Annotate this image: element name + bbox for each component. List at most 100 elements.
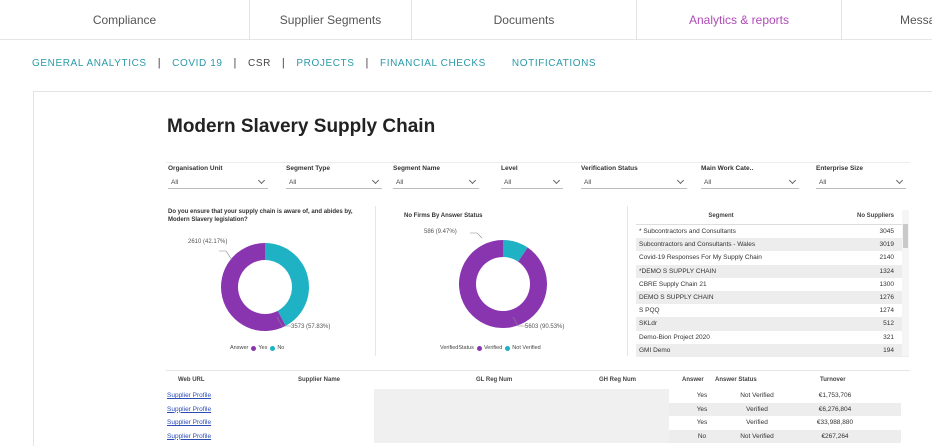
supplier-profile-link[interactable]: Supplier Profile bbox=[167, 392, 211, 399]
column-header-no-suppliers[interactable]: No Suppliers bbox=[806, 208, 898, 224]
row-band bbox=[374, 402, 669, 416]
filter-label: Main Work Cate.. bbox=[701, 165, 754, 172]
dropdown-value: All bbox=[289, 178, 297, 186]
table-row[interactable]: S PQQ 1274 bbox=[636, 304, 909, 317]
tab-analytics-reports[interactable]: Analytics & reports bbox=[637, 0, 842, 40]
column-header-answer-status[interactable]: Answer Status bbox=[715, 377, 757, 383]
donut-left-yes-label: 3573 (57.83%) bbox=[291, 324, 331, 330]
scrollbar-thumb[interactable] bbox=[903, 224, 908, 248]
app-root: Compliance Supplier Segments Documents A… bbox=[0, 0, 932, 446]
table-row[interactable]: SKLdr 512 bbox=[636, 317, 909, 331]
panel-divider bbox=[375, 206, 376, 356]
filter-label: Segment Name bbox=[393, 165, 440, 172]
segment-table-scrollbar[interactable] bbox=[902, 210, 909, 356]
table-row[interactable]: Subcontractors and Consultants - Wales 30… bbox=[636, 238, 909, 252]
segment-name-cell: CBRE Supply Chain 21 bbox=[639, 280, 707, 288]
tab-compliance[interactable]: Compliance bbox=[0, 0, 250, 40]
filter-label: Enterprise Size bbox=[816, 165, 863, 172]
leader-line bbox=[219, 250, 233, 261]
organisation-unit-dropdown[interactable]: All bbox=[168, 176, 268, 189]
supplier-profile-link[interactable]: Supplier Profile bbox=[167, 419, 211, 426]
supplier-count-cell: 1274 bbox=[879, 307, 894, 315]
donut-left-legend: Answer Yes No bbox=[230, 345, 284, 351]
turnover-cell: €6,276,804 bbox=[818, 405, 852, 413]
answer-status-donut-chart bbox=[459, 240, 547, 328]
supplier-count-cell: 512 bbox=[883, 320, 894, 328]
dropdown-value: All bbox=[504, 178, 512, 186]
column-header-gh-reg-num[interactable]: GH Reg Num bbox=[599, 377, 636, 383]
legend-not-verified-swatch bbox=[505, 345, 511, 351]
subnav-covid-19[interactable]: COVID 19 bbox=[172, 58, 222, 69]
enterprise-size-dropdown[interactable]: All bbox=[816, 176, 906, 189]
subnav-general-analytics[interactable]: GENERAL ANALYTICS bbox=[32, 58, 147, 69]
filter-verification-status: Verification Status All bbox=[581, 165, 687, 189]
supplier-profile-link[interactable]: Supplier Profile bbox=[167, 406, 211, 413]
chevron-down-icon bbox=[257, 176, 266, 185]
supplier-count-cell: 3019 bbox=[879, 241, 894, 249]
filter-label: Segment Type bbox=[286, 165, 330, 172]
panel-divider bbox=[627, 206, 628, 356]
legend-yes-swatch bbox=[251, 345, 257, 351]
supplier-count-cell: 2140 bbox=[879, 254, 894, 262]
legend-no-swatch bbox=[270, 345, 276, 351]
subnav-separator: | bbox=[233, 57, 237, 69]
segment-name-cell: Covid-19 Responses For My Supply Chain bbox=[639, 254, 762, 262]
tab-documents[interactable]: Documents bbox=[412, 0, 637, 40]
table-row[interactable]: * Subcontractors and Consultants 3045 bbox=[636, 225, 909, 238]
subnav-financial-checks[interactable]: FINANCIAL CHECKS bbox=[380, 58, 486, 69]
subnav-csr[interactable]: CSR bbox=[248, 58, 271, 69]
segment-name-dropdown[interactable]: All bbox=[393, 176, 479, 189]
column-header-web-url[interactable]: Web URL bbox=[178, 377, 205, 383]
segment-name-cell: GMI Demo bbox=[639, 346, 671, 354]
modern-slavery-question: Do you ensure that your supply chain is … bbox=[168, 209, 353, 223]
table-row[interactable]: Demo-Bion Project 2020 321 bbox=[636, 331, 909, 344]
main-work-category-dropdown[interactable]: All bbox=[701, 176, 799, 189]
column-header-segment[interactable]: Segment bbox=[636, 208, 806, 224]
top-navigation: Compliance Supplier Segments Documents A… bbox=[0, 0, 932, 40]
table-row[interactable]: GMI Demo 194 bbox=[636, 343, 909, 357]
segment-name-cell: S PQQ bbox=[639, 307, 660, 315]
subnav-projects[interactable]: PROJECTS bbox=[296, 58, 354, 69]
donut-slice-verified[interactable] bbox=[459, 240, 547, 328]
column-header-turnover[interactable]: Turnover bbox=[820, 377, 846, 383]
table-row: Supplier Profile Yes Verified €33,988,880 bbox=[166, 416, 910, 430]
table-row[interactable]: CBRE Supply Chain 21 1300 bbox=[636, 278, 909, 291]
column-header-answer[interactable]: Answer bbox=[682, 377, 704, 383]
row-band bbox=[374, 416, 669, 430]
dropdown-value: All bbox=[584, 178, 592, 186]
table-row[interactable]: *DEMO S SUPPLY CHAIN 1324 bbox=[636, 264, 909, 278]
legend-verified-swatch bbox=[476, 345, 482, 351]
tab-messages[interactable]: Messa bbox=[842, 0, 932, 40]
table-row[interactable]: Covid-19 Responses For My Supply Chain 21… bbox=[636, 251, 909, 264]
dropdown-value: All bbox=[819, 178, 827, 186]
donut-right-legend: VerifiedStatus Verified Not Verified bbox=[440, 345, 541, 351]
filter-label: Verification Status bbox=[581, 165, 638, 172]
table-row[interactable]: DEMO S SUPPLY CHAIN 1276 bbox=[636, 290, 909, 305]
supplier-profile-link[interactable]: Supplier Profile bbox=[167, 433, 211, 440]
filter-segment-name: Segment Name All bbox=[393, 165, 479, 189]
filter-level: Level All bbox=[501, 165, 563, 189]
donut-left-no-label: 2610 (42.17%) bbox=[188, 238, 228, 246]
segment-name-cell: * Subcontractors and Consultants bbox=[639, 228, 736, 236]
chevron-down-icon bbox=[552, 176, 561, 185]
segment-name-cell: Demo-Bion Project 2020 bbox=[639, 333, 710, 341]
tab-supplier-segments[interactable]: Supplier Segments bbox=[250, 0, 412, 40]
chevron-down-icon bbox=[371, 176, 380, 185]
column-header-gl-reg-num[interactable]: GL Reg Num bbox=[476, 377, 512, 383]
segment-name-cell: DEMO S SUPPLY CHAIN bbox=[639, 294, 714, 302]
segment-type-dropdown[interactable]: All bbox=[286, 176, 382, 189]
filter-label: Level bbox=[501, 165, 518, 172]
leader-line bbox=[276, 316, 291, 327]
segment-name-cell: Subcontractors and Consultants - Wales bbox=[639, 241, 756, 249]
leader-line bbox=[470, 232, 483, 239]
supplier-count-cell: 194 bbox=[883, 346, 894, 354]
no-value-label: 2610 (42.17%) bbox=[188, 239, 228, 245]
subnav-notifications[interactable]: NOTIFICATIONS bbox=[512, 58, 596, 69]
level-dropdown[interactable]: All bbox=[501, 176, 563, 189]
supplier-table-header: Web URL Supplier Name GL Reg Num GH Reg … bbox=[166, 371, 910, 389]
supplier-count-cell: 1276 bbox=[879, 294, 894, 302]
segment-table-header: Segment No Suppliers bbox=[636, 208, 909, 225]
verification-status-dropdown[interactable]: All bbox=[581, 176, 687, 189]
segment-name-cell: SKLdr bbox=[639, 320, 658, 328]
column-header-supplier-name[interactable]: Supplier Name bbox=[298, 377, 340, 383]
